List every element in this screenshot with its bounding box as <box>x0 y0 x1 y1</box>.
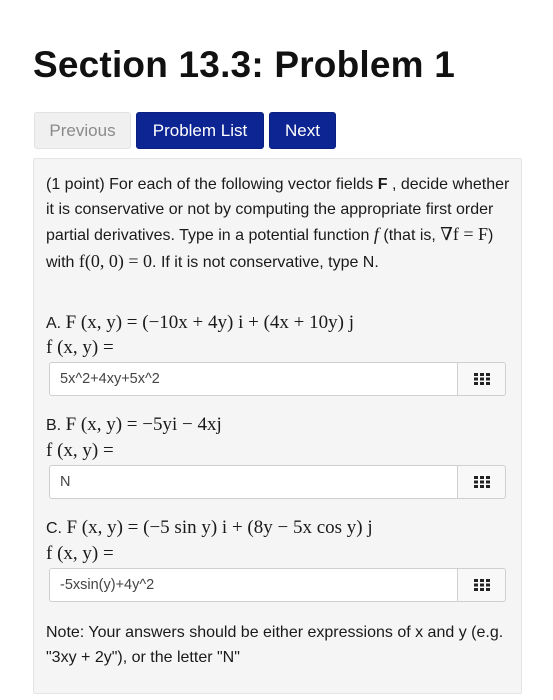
part-c-letter: C. <box>46 520 62 537</box>
initial-condition: f(0, 0) = 0 <box>78 250 153 271</box>
page: Section 13.3: Problem 1 Previous Problem… <box>0 0 553 700</box>
problem-statement: (1 point) For each of the following vect… <box>46 173 512 275</box>
grid-icon <box>473 579 490 591</box>
part-c-equation-editor-button[interactable] <box>457 568 506 602</box>
part-a-letter: A. <box>46 315 62 332</box>
points-label: (1 point) <box>46 176 105 193</box>
part-c-equation: F (x, y) = (−5 sin y) i + (8y − 5x cos y… <box>66 517 373 538</box>
part-a-f-label: f (x, y) = <box>46 337 114 358</box>
part-c-f-label: f (x, y) = <box>46 543 114 564</box>
part-b-equation-editor-button[interactable] <box>457 465 506 499</box>
gradient-equation: ∇f = F <box>440 224 489 244</box>
part-b-answer-row <box>49 465 506 499</box>
part-b-f-label: f (x, y) = <box>46 440 114 461</box>
next-button[interactable]: Next <box>269 112 336 149</box>
part-b-answer-input[interactable] <box>49 465 457 499</box>
page-title: Section 13.3: Problem 1 <box>33 44 456 85</box>
part-c-answer-row <box>49 568 506 602</box>
intro-text-5: . If it is not conservative, type N. <box>152 253 379 271</box>
problem-panel: (1 point) For each of the following vect… <box>33 158 522 694</box>
part-a-answer-row <box>49 362 506 396</box>
previous-button[interactable]: Previous <box>34 112 131 149</box>
intro-text-1: For each of the following vector fields <box>104 176 378 193</box>
part-c-field: C. F (x, y) = (−5 sin y) i + (8y − 5x co… <box>46 517 373 539</box>
problem-navigation: Previous Problem List Next <box>34 112 336 149</box>
part-b-letter: B. <box>46 417 62 434</box>
vector-field-symbol: F <box>377 176 388 193</box>
answer-format-note: Note: Your answers should be either expr… <box>46 624 504 666</box>
part-a-answer-input[interactable] <box>49 362 457 396</box>
part-a-equation: F (x, y) = (−10x + 4y) i + (4x + 10y) j <box>65 312 354 333</box>
part-b-equation: F (x, y) = −5yi − 4xj <box>65 414 222 435</box>
intro-text-3: (that is, <box>378 227 441 244</box>
grid-icon <box>473 373 490 385</box>
part-a-equation-editor-button[interactable] <box>457 362 506 396</box>
part-c-answer-input[interactable] <box>49 568 457 602</box>
grid-icon <box>473 476 490 488</box>
part-a-field: A. F (x, y) = (−10x + 4y) i + (4x + 10y)… <box>46 312 354 334</box>
part-b-field: B. F (x, y) = −5yi − 4xj <box>46 414 222 436</box>
problem-list-button[interactable]: Problem List <box>136 112 264 149</box>
